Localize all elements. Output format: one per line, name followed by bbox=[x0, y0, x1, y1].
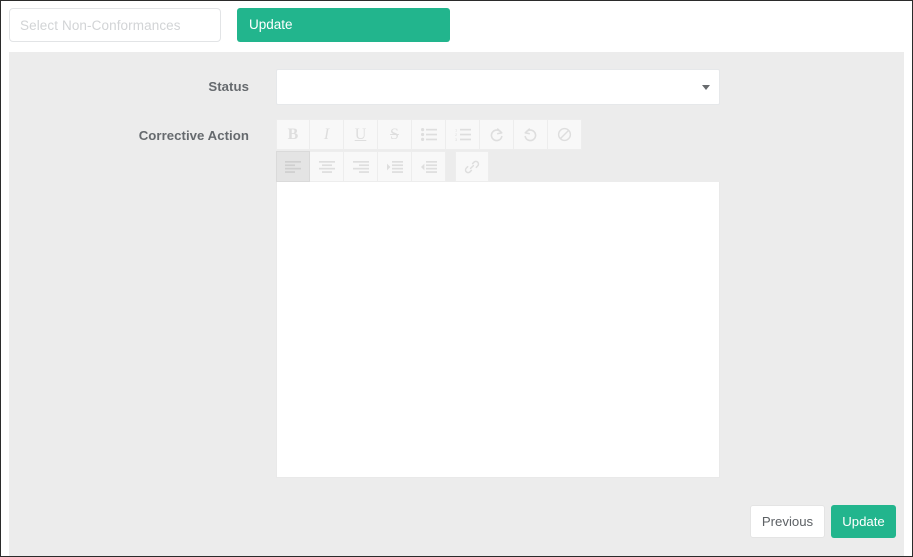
italic-glyph: I bbox=[323, 125, 330, 143]
update-button-top[interactable]: Update bbox=[237, 8, 450, 42]
italic-icon[interactable]: I bbox=[310, 119, 344, 150]
editor-toolbar-row-2 bbox=[276, 151, 720, 182]
status-row: Status bbox=[9, 69, 904, 107]
outdent-icon[interactable] bbox=[412, 151, 446, 182]
underline-glyph: U bbox=[354, 125, 367, 143]
top-toolbar: Select Non-Conformances Update bbox=[1, 1, 912, 51]
indent-icon[interactable] bbox=[378, 151, 412, 182]
bold-glyph: B bbox=[287, 125, 299, 143]
chevron-down-icon bbox=[702, 85, 710, 90]
align-left-icon[interactable] bbox=[276, 151, 310, 182]
bold-icon[interactable]: B bbox=[276, 119, 310, 150]
underline-icon[interactable]: U bbox=[344, 119, 378, 150]
status-select[interactable] bbox=[276, 69, 720, 105]
update-button-bottom[interactable]: Update bbox=[831, 505, 896, 538]
link-icon[interactable] bbox=[455, 151, 489, 182]
corrective-action-label: Corrective Action bbox=[138, 128, 249, 143]
redo-icon[interactable] bbox=[480, 119, 514, 150]
corrective-action-editor: B I U S 1 2 3 bbox=[276, 119, 720, 478]
form-actions: Previous Update bbox=[750, 505, 896, 538]
unordered-list-icon[interactable] bbox=[412, 119, 446, 150]
form-panel: Status Corrective Action B I U S 1 2 3 P… bbox=[9, 52, 904, 556]
previous-button[interactable]: Previous bbox=[750, 505, 825, 538]
clear-formatting-icon[interactable] bbox=[548, 119, 582, 150]
corrective-action-textarea[interactable] bbox=[276, 182, 720, 478]
status-label: Status bbox=[208, 79, 249, 94]
app-window: Select Non-Conformances Update Status Co… bbox=[0, 0, 913, 557]
align-center-icon[interactable] bbox=[310, 151, 344, 182]
strikethrough-glyph: S bbox=[390, 125, 399, 143]
undo-icon[interactable] bbox=[514, 119, 548, 150]
align-right-icon[interactable] bbox=[344, 151, 378, 182]
editor-toolbar-row-1: B I U S 1 2 3 bbox=[276, 119, 720, 150]
ordered-list-icon[interactable]: 1 2 3 bbox=[446, 119, 480, 150]
svg-text:3: 3 bbox=[455, 137, 458, 141]
nonconformance-select-input[interactable]: Select Non-Conformances bbox=[9, 8, 221, 42]
strikethrough-icon[interactable]: S bbox=[378, 119, 412, 150]
nonconformance-placeholder: Select Non-Conformances bbox=[20, 17, 181, 33]
